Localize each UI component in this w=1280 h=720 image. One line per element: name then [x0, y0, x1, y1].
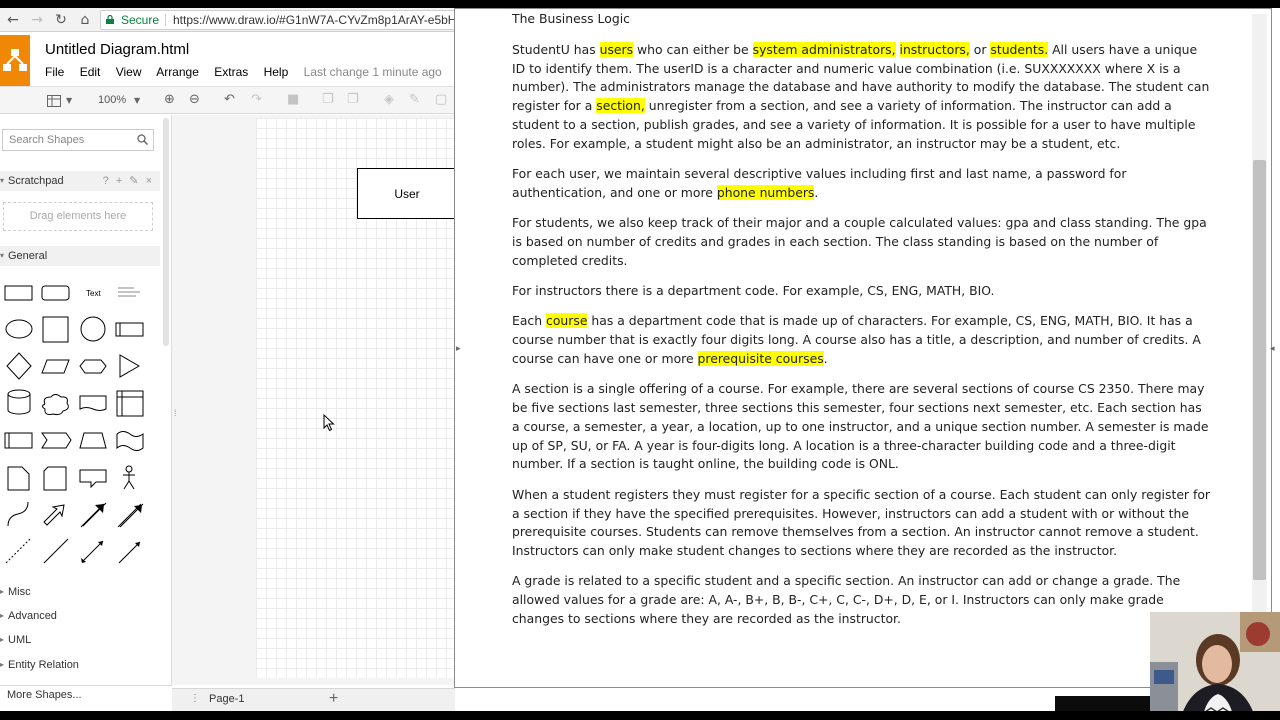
- scratchpad-label: Scratchpad: [8, 175, 64, 187]
- advanced-label: Advanced: [8, 610, 57, 622]
- secure-label: Secure: [121, 13, 160, 27]
- expand-icon: ▸: [0, 635, 5, 644]
- paragraph-section: A section is a single offering of a cour…: [512, 381, 1209, 472]
- menu-arrange[interactable]: Arrange: [156, 65, 199, 79]
- presenter-video-image: [1150, 612, 1280, 720]
- lock-icon: [106, 15, 114, 24]
- view-dropdown-icon[interactable]: ▼: [66, 96, 72, 105]
- page-tab-1[interactable]: Page-1: [209, 693, 244, 705]
- paragraph-registration: When a student registers they must regis…: [512, 486, 1211, 559]
- zoom-level[interactable]: 100%: [98, 94, 126, 106]
- to-front-icon[interactable]: ❐: [322, 92, 334, 107]
- paragraph-user-values: For each user, we maintain several descr…: [512, 166, 1127, 200]
- forward-icon[interactable]: →: [28, 11, 46, 29]
- advanced-header[interactable]: ▸ Advanced: [0, 606, 160, 626]
- paragraph-instructors: For instructors there is a department co…: [512, 283, 995, 299]
- undo-icon[interactable]: ↶: [224, 92, 235, 107]
- search-icon[interactable]: [137, 134, 148, 145]
- uml-header[interactable]: ▸ UML: [0, 630, 160, 650]
- zoom-dropdown-icon[interactable]: ▼: [134, 96, 140, 105]
- panel-resize-handle[interactable]: ⁞: [174, 408, 177, 418]
- to-back-icon[interactable]: ❐: [347, 92, 359, 107]
- expand-icon: ▸: [0, 660, 5, 669]
- paragraph-grade: A grade is related to a specific student…: [512, 573, 1181, 627]
- document-title[interactable]: Untitled Diagram.html: [45, 41, 189, 58]
- highlight-instructors: instructors,: [899, 41, 970, 57]
- highlight-users: users: [599, 41, 634, 57]
- taskbar-strip: [1055, 696, 1150, 711]
- more-shapes-button[interactable]: More Shapes...: [7, 689, 82, 701]
- redo-icon[interactable]: ↷: [251, 92, 262, 107]
- diagram-toolbar: ▼ 100% ▼ ⊕ ⊖ ↶ ↷ ■ ❐ ❐ ◈ ✎ ▢: [0, 86, 460, 114]
- collapse-icon: ▾: [0, 176, 5, 185]
- menu-bar: File Edit View Arrange Extras Help Last …: [45, 65, 454, 79]
- collapse-left-icon[interactable]: ▸: [456, 343, 461, 354]
- highlight-section: section,: [596, 98, 645, 114]
- entity-relation-label: Entity Relation: [8, 659, 79, 671]
- scratchpad-tools[interactable]: ? + ✎ ×: [103, 171, 154, 191]
- menu-extras[interactable]: Extras: [214, 65, 248, 79]
- menu-view[interactable]: View: [116, 65, 142, 79]
- mouse-cursor-icon: [323, 414, 335, 432]
- highlight-students: students.: [990, 41, 1049, 57]
- zoom-in-icon[interactable]: ⊕: [164, 92, 175, 107]
- line-color-icon[interactable]: ✎: [409, 92, 420, 107]
- document-scrollbar-thumb[interactable]: [1253, 160, 1266, 580]
- text-shape[interactable]: Text: [86, 289, 101, 298]
- highlight-prerequisite-courses: prerequisite courses: [697, 350, 824, 366]
- general-label: General: [8, 250, 48, 262]
- zoom-out-icon[interactable]: ⊖: [189, 92, 200, 107]
- bottom-black-bar: [0, 711, 1280, 720]
- highlight-system-administrators: system administrators,: [752, 41, 896, 57]
- fill-color-icon[interactable]: ◈: [384, 92, 394, 107]
- search-shapes-input[interactable]: Search Shapes: [2, 129, 154, 151]
- drawio-logo[interactable]: [0, 35, 30, 86]
- back-icon[interactable]: ←: [4, 11, 22, 29]
- drawio-logo-icon: [3, 49, 27, 71]
- user-entity-shape[interactable]: User: [357, 168, 457, 219]
- expand-icon: ▸: [0, 611, 5, 620]
- reload-icon[interactable]: ↻: [52, 11, 70, 29]
- paragraph-users: StudentU has users who can either be sys…: [512, 41, 1210, 151]
- highlight-phone-numbers: phone numbers: [716, 184, 815, 200]
- paragraph-course: Each course has a department code that i…: [512, 313, 1201, 366]
- scratchpad-header[interactable]: ▾ Scratchpad ? + ✎ ×: [0, 171, 160, 191]
- screen: ← → ↻ ⌂ Secure https://www.draw.io/#G1nW…: [0, 0, 1280, 720]
- paragraph-students: For students, we also keep track of thei…: [512, 215, 1207, 268]
- search-placeholder: Search Shapes: [9, 134, 85, 146]
- general-header[interactable]: ▾ General: [0, 246, 160, 266]
- browser-toolbar: ← → ↻ ⌂ Secure https://www.draw.io/#G1nW…: [0, 8, 460, 32]
- last-change-text: Last change 1 minute ago: [303, 65, 442, 79]
- entity-relation-header[interactable]: ▸ Entity Relation: [0, 655, 160, 675]
- business-logic-document: The Business Logic StudentU has users wh…: [512, 10, 1212, 640]
- sidebar-scrollbar[interactable]: [163, 118, 169, 346]
- collapse-icon: ▾: [0, 251, 5, 260]
- misc-header[interactable]: ▸ Misc: [0, 582, 160, 602]
- menu-edit[interactable]: Edit: [80, 65, 101, 79]
- home-icon[interactable]: ⌂: [76, 11, 94, 29]
- view-panels-icon[interactable]: [47, 95, 61, 107]
- top-black-bar: [0, 0, 1280, 8]
- address-separator: [165, 14, 166, 26]
- add-page-icon[interactable]: +: [329, 690, 338, 708]
- menu-file[interactable]: File: [45, 65, 64, 79]
- general-shapes-palette[interactable]: Text: [0, 276, 160, 576]
- uml-label: UML: [8, 634, 32, 646]
- document-heading: The Business Logic: [512, 11, 630, 26]
- scratchpad-dropzone[interactable]: Drag elements here: [3, 202, 153, 231]
- misc-label: Misc: [8, 586, 31, 598]
- webcam-overlay: [1150, 612, 1280, 720]
- delete-icon[interactable]: ■: [287, 92, 299, 107]
- shadow-icon[interactable]: ▢: [435, 92, 447, 107]
- expand-icon: ▸: [0, 587, 5, 596]
- page-menu-icon[interactable]: ⋮: [190, 693, 200, 704]
- url-text: https://www.draw.io/#G1nW7A-CYvZm8p1ArAY…: [173, 13, 457, 27]
- collapse-right-icon[interactable]: ◂: [1270, 343, 1275, 354]
- address-bar[interactable]: Secure https://www.draw.io/#G1nW7A-CYvZm…: [100, 10, 460, 30]
- menu-help[interactable]: Help: [264, 65, 289, 79]
- highlight-course: course: [546, 313, 588, 329]
